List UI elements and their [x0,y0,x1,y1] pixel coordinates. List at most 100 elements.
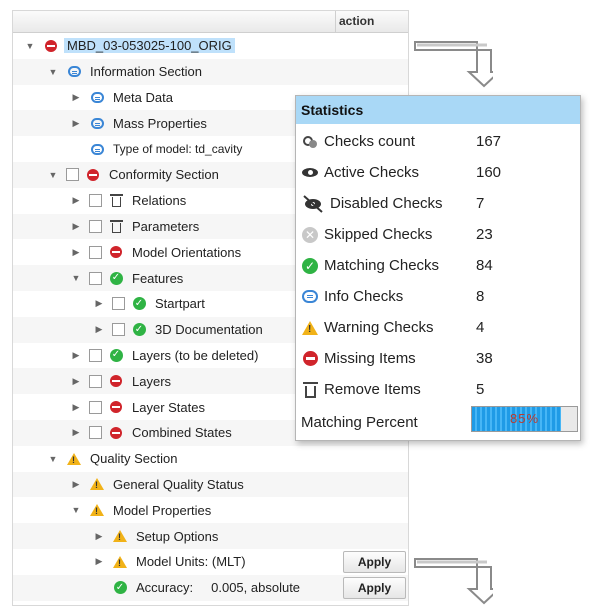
stop-icon [109,245,123,259]
info-bubble-icon [90,116,104,130]
flow-arrow-top-icon [414,41,493,88]
trash-icon [109,194,123,208]
tree-row-label: Features [132,270,184,286]
tree-row-label: Startpart [155,296,205,312]
row-checkbox[interactable] [112,323,125,337]
collapse-arrow-icon[interactable]: ▼ [70,273,82,283]
tree-row-label: General Quality Status [113,476,244,492]
stat-label: Active Checks [324,164,420,181]
row-checkbox[interactable] [89,245,102,259]
column-header-main[interactable] [13,11,336,32]
expand-arrow-icon[interactable]: ▶ [70,427,82,438]
row-checkbox[interactable] [89,219,102,233]
progress-text: 85% [509,411,540,426]
stat-row-info-checks: Info Checks 8 [296,281,580,312]
tree-row-label: Model Orientations [132,244,242,260]
expand-arrow-icon[interactable]: ▶ [70,376,82,387]
tree-row-label: Combined States [132,425,232,441]
tree-row-label: Parameters [132,218,200,234]
row-checkbox[interactable] [112,297,125,311]
row-checkbox[interactable] [89,271,102,285]
tree-row-root[interactable]: ▼ MBD_03-053025-100_ORIG [13,33,408,59]
warning-icon [90,477,104,491]
eye-slash-icon [301,194,325,213]
check-icon: ✓ [109,348,123,362]
stop-icon [44,39,58,53]
info-bubble-icon [90,142,104,156]
collapse-arrow-icon[interactable]: ▼ [47,67,59,77]
row-checkbox[interactable] [89,348,102,362]
stat-row-matching-checks: ✓ Matching Checks 84 [296,250,580,281]
stat-label: Warning Checks [324,319,434,336]
warning-icon [113,555,127,569]
tree-row-label: Layers (to be deleted) [132,347,259,363]
eye-icon [301,164,319,182]
matching-percent-label: Matching Percent [301,414,418,431]
stop-icon [109,374,123,388]
expand-arrow-icon[interactable]: ▶ [93,556,105,567]
expand-arrow-icon[interactable]: ▶ [70,92,82,103]
tree-row-label: Layers [132,373,172,389]
stat-row-skipped-checks: ✕ Skipped Checks 23 [296,219,580,250]
expand-arrow-icon[interactable]: ▶ [93,298,105,309]
tree-row-setup-options[interactable]: ▶ Setup Options [13,523,408,549]
expand-arrow-icon[interactable]: ▶ [70,195,82,206]
row-checkbox[interactable] [89,374,102,388]
expand-arrow-icon[interactable]: ▶ [70,402,82,413]
trash-icon [109,219,123,233]
stat-row-disabled-checks: Disabled Checks 7 [296,188,580,219]
statistics-popup: Statistics Checks count 167 Active Check… [295,95,581,441]
stat-value: 5 [476,381,485,398]
stat-label: Checks count [324,133,415,150]
tree-row-quality-section[interactable]: ▼ Quality Section [13,446,408,472]
tree-row-label: Model Units: (MLT) [136,554,246,570]
collapse-arrow-icon[interactable]: ▼ [47,170,59,180]
tree-row-general-quality-status[interactable]: ▶ General Quality Status [13,471,408,498]
row-checkbox[interactable] [66,168,79,182]
info-bubble-icon [67,65,81,79]
collapse-arrow-icon[interactable]: ▼ [24,41,36,51]
tree-row-model-properties[interactable]: ▼ Model Properties [13,497,408,523]
stat-value: 160 [476,164,502,181]
stop-icon [301,350,319,368]
row-checkbox[interactable] [89,426,102,440]
info-bubble-icon [90,90,104,104]
tree-row-label: Model Properties [113,502,212,518]
stat-value: 38 [476,350,493,367]
tree-row-information-section[interactable]: ▼ Information Section [13,58,408,85]
tree-row-label: Accuracy: 0.005, absolute [136,580,301,596]
expand-arrow-icon[interactable]: ▶ [70,247,82,258]
column-header-action[interactable]: action [339,14,374,28]
stat-row-missing-items: Missing Items 38 [296,343,580,374]
stat-label: Info Checks [324,288,404,305]
tree-row-label: Type of model: td_cavity [113,142,243,157]
stat-label: Matching Checks [324,257,440,274]
check-icon: ✓ [132,323,146,337]
stat-row-active-checks: Active Checks 160 [296,157,580,188]
stat-row-remove-items: Remove Items 5 [296,374,580,405]
stat-value: 84 [476,257,493,274]
row-checkbox[interactable] [89,400,102,414]
stat-value: 4 [476,319,485,336]
stat-value: 7 [476,195,485,212]
expand-arrow-icon[interactable]: ▶ [70,118,82,129]
collapse-arrow-icon[interactable]: ▼ [47,454,59,464]
warning-icon [301,319,319,337]
check-icon: ✓ [132,297,146,311]
stat-label: Missing Items [324,350,416,367]
stop-icon [109,400,123,414]
stat-label: Skipped Checks [324,226,433,243]
expand-arrow-icon[interactable]: ▶ [93,324,105,335]
collapse-arrow-icon[interactable]: ▼ [70,505,82,515]
expand-arrow-icon[interactable]: ▶ [93,531,105,542]
trash-icon [301,381,319,399]
apply-button-model-units[interactable]: Apply [343,551,406,573]
stat-value: 8 [476,288,485,305]
tree-header: action [13,11,408,33]
expand-arrow-icon[interactable]: ▶ [70,350,82,361]
apply-button-accuracy[interactable]: Apply [343,577,406,599]
stop-icon [86,168,100,182]
row-checkbox[interactable] [89,194,102,208]
expand-arrow-icon[interactable]: ▶ [70,479,82,490]
expand-arrow-icon[interactable]: ▶ [70,221,82,232]
